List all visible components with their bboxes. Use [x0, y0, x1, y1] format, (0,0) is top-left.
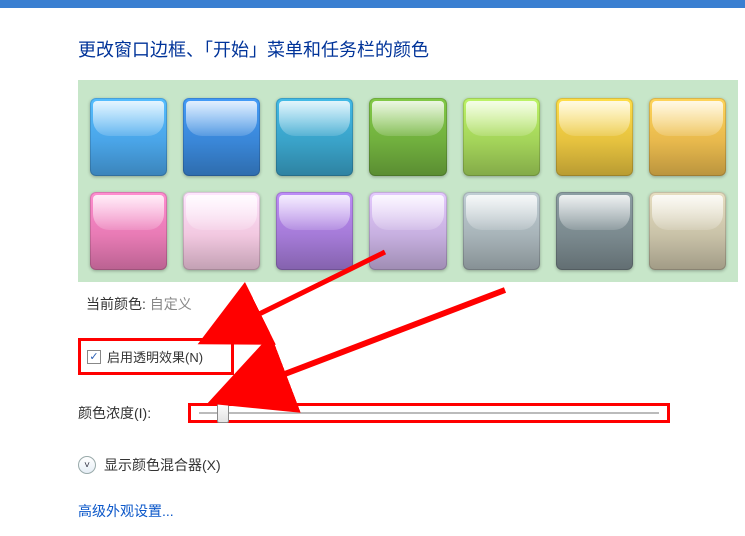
color-swatch[interactable]	[276, 98, 353, 176]
color-swatch[interactable]	[90, 98, 167, 176]
slider-thumb[interactable]	[217, 403, 229, 423]
color-row	[90, 98, 726, 176]
main-content: 更改窗口边框、「开始」菜单和任务栏的颜色 当前颜色: 自定义 ✓ 启用透明效果(…	[0, 8, 745, 521]
intensity-highlight	[188, 403, 670, 423]
transparency-option[interactable]: ✓ 启用透明效果(N)	[78, 338, 234, 375]
color-swatch[interactable]	[369, 192, 446, 270]
transparency-checkbox[interactable]: ✓	[87, 350, 101, 364]
color-swatch[interactable]	[463, 192, 540, 270]
intensity-slider[interactable]	[199, 412, 659, 414]
color-row	[90, 192, 726, 270]
window-titlebar	[0, 0, 745, 8]
color-swatch[interactable]	[649, 98, 726, 176]
intensity-row: 颜色浓度(I):	[78, 403, 745, 423]
color-swatch[interactable]	[276, 192, 353, 270]
color-mixer-label: 显示颜色混合器(X)	[104, 455, 221, 475]
color-swatch[interactable]	[556, 192, 633, 270]
transparency-label: 启用透明效果(N)	[107, 347, 203, 366]
current-color-value: 自定义	[150, 296, 192, 312]
color-swatch[interactable]	[556, 98, 633, 176]
current-color: 当前颜色: 自定义	[86, 294, 745, 314]
color-swatch[interactable]	[463, 98, 540, 176]
color-mixer-toggle[interactable]: ˅ 显示颜色混合器(X)	[78, 455, 745, 475]
color-swatch[interactable]	[369, 98, 446, 176]
color-swatch[interactable]	[183, 98, 260, 176]
current-color-label: 当前颜色:	[86, 296, 146, 312]
color-swatch[interactable]	[183, 192, 260, 270]
color-swatch-grid	[78, 80, 738, 282]
page-title: 更改窗口边框、「开始」菜单和任务栏的颜色	[78, 36, 745, 62]
intensity-label: 颜色浓度(I):	[78, 403, 176, 423]
chevron-down-icon[interactable]: ˅	[78, 456, 96, 474]
color-swatch[interactable]	[90, 192, 167, 270]
color-swatch[interactable]	[649, 192, 726, 270]
advanced-appearance-link[interactable]: 高级外观设置...	[78, 501, 745, 521]
